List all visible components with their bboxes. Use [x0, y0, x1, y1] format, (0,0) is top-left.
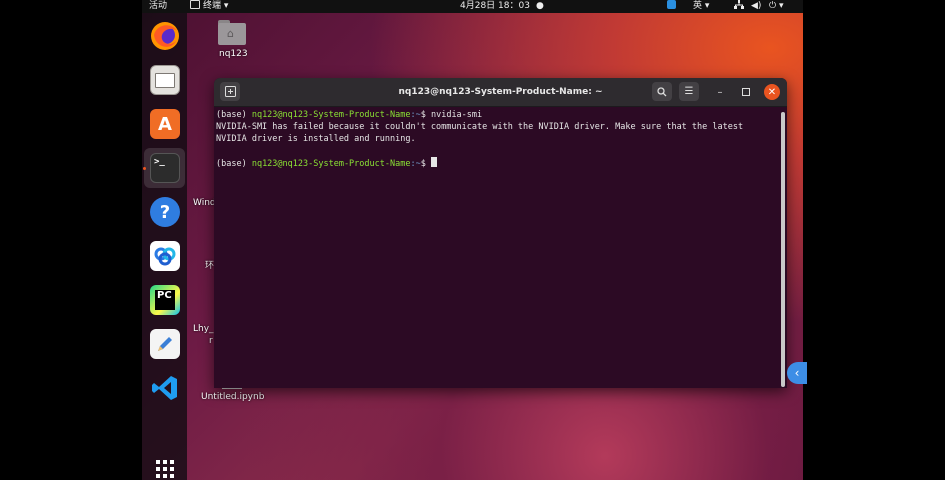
text-editor-icon[interactable] [150, 329, 180, 359]
app-menu-label: 终端 [203, 1, 222, 11]
terminal-line: (base) nq123@nq123-System-Product-Name:~… [216, 109, 772, 121]
pycharm-icon[interactable]: PC [150, 285, 180, 315]
terminal-titlebar[interactable]: nq123@nq123-System-Product-Name: ~ ☰ – ✕ [214, 78, 787, 107]
desktop: 活动 终端 ▾ 4月28日 18：03 ● 英 ▾ ◀) ⏻ ▾ A >_ ? … [142, 0, 803, 480]
terminal-window[interactable]: nq123@nq123-System-Product-Name: ~ ☰ – ✕… [214, 78, 787, 388]
desktop-icon-label[interactable]: r [209, 336, 213, 346]
files-icon[interactable] [150, 65, 180, 95]
volume-icon[interactable]: ◀) [751, 0, 761, 13]
chevron-down-icon: ▾ [702, 1, 710, 11]
cwd-path: :~ [410, 159, 421, 169]
input-method-label: 英 [693, 1, 703, 11]
command-text: nvidia-smi [430, 110, 483, 120]
chevron-down-icon: ▾ [221, 1, 229, 11]
text-cursor [430, 157, 437, 167]
power-icon[interactable]: ⏻ ▾ [769, 0, 784, 13]
terminal-icon[interactable]: >_ [150, 153, 180, 183]
terminal-output[interactable]: (base) nq123@nq123-System-Product-Name:~… [216, 109, 772, 170]
user-host: nq123@nq123-System-Product-Name [251, 159, 411, 169]
window-title: nq123@nq123-System-Product-Name: ~ [398, 87, 603, 97]
desktop-icon-label[interactable]: Lhy_ [193, 324, 214, 334]
baidu-netdisk-icon[interactable] [150, 241, 180, 271]
notification-dot-icon: ● [535, 1, 544, 11]
command-output: NVIDIA-SMI has failed because it couldn'… [216, 122, 749, 144]
vscode-icon[interactable] [150, 373, 180, 403]
prompt-symbol: $ [420, 159, 431, 169]
clock-label: 4月28日 18：03 [460, 1, 530, 11]
hamburger-menu-icon[interactable]: ☰ [679, 82, 699, 101]
maximize-icon[interactable] [738, 84, 754, 100]
home-folder-icon[interactable]: ⌂ [218, 20, 246, 46]
terminal-small-icon [190, 0, 200, 9]
help-icon[interactable]: ? [150, 197, 180, 227]
conda-env: (base) [216, 159, 252, 169]
desktop-icon-label[interactable]: nq123 [219, 49, 248, 59]
store-bag-icon: A [158, 113, 172, 135]
app-menu[interactable]: 终端 ▾ [190, 0, 228, 13]
scrollbar[interactable] [781, 112, 785, 387]
activities-button[interactable]: 活动 [149, 0, 167, 13]
show-applications-icon[interactable] [150, 458, 180, 480]
top-bar: 活动 终端 ▾ 4月28日 18：03 ● 英 ▾ ◀) ⏻ ▾ [142, 0, 803, 13]
prompt-symbol: $ [420, 110, 431, 120]
user-host: nq123@nq123-System-Product-Name [251, 110, 411, 120]
terminal-line: NVIDIA-SMI has failed because it couldn'… [216, 121, 772, 145]
input-method-menu[interactable]: 英 ▾ [693, 0, 709, 13]
close-icon[interactable]: ✕ [764, 84, 780, 100]
dock: A >_ ? PC [142, 13, 187, 480]
app-indicator-icon[interactable] [667, 0, 676, 13]
network-icon[interactable] [734, 0, 744, 14]
side-panel-toggle-icon[interactable]: ‹ [787, 362, 807, 384]
desktop-icon-label[interactable]: Untitled.ipynb [201, 392, 264, 402]
desktop-icon-label[interactable]: 环 [205, 258, 214, 271]
running-indicator-icon [143, 167, 146, 170]
minimize-icon[interactable]: – [712, 84, 728, 100]
clock[interactable]: 4月28日 18：03 ● [460, 0, 544, 13]
conda-env: (base) [216, 110, 252, 120]
firefox-icon[interactable] [150, 21, 180, 51]
cwd-path: :~ [410, 110, 421, 120]
ubuntu-software-icon[interactable]: A [150, 109, 180, 139]
terminal-line: (base) nq123@nq123-System-Product-Name:~… [216, 157, 772, 170]
search-icon[interactable] [652, 82, 672, 101]
